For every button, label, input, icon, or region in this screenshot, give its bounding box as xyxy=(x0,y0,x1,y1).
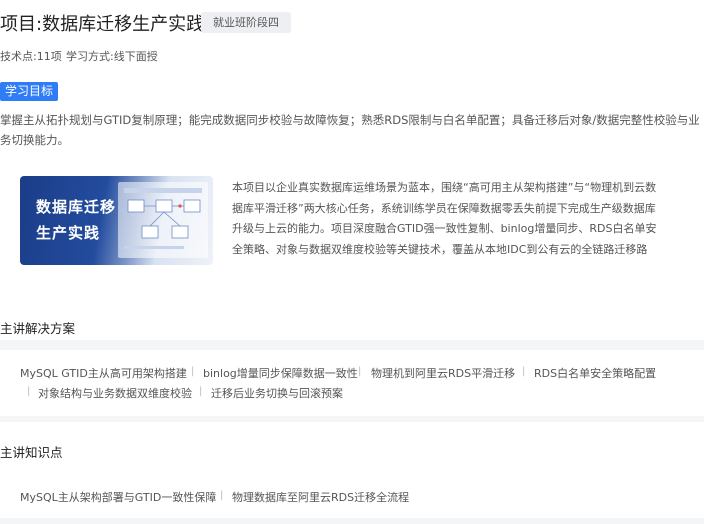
knowledge-header-bg xyxy=(0,422,704,474)
goal-badge: 学习目标 xyxy=(0,82,59,101)
solution-item[interactable]: 对象结构与业务数据双维度校验 xyxy=(38,385,192,401)
project-description: 本项目以企业真实数据库运维场景为蓝本，围绕“高可用主从架构搭建”与“物理机到云数… xyxy=(232,181,657,256)
goal-text: 掌握主从拓扑规划与GTID复制原理；能完成数据同步校验与故障恢复；熟悉RDS限制… xyxy=(0,113,700,147)
knowledge-card: MySQL主从架构部署与GTID一致性保障 | 物理数据库至阿里云RDS迁移全流… xyxy=(0,474,704,518)
solution-item[interactable]: MySQL GTID主从高可用架构搭建 xyxy=(20,365,187,381)
solution-item[interactable]: 迁移后业务切换与回滚预案 xyxy=(211,385,343,401)
tech-points-count: 技术点:11项 xyxy=(0,50,62,63)
knowledge-item[interactable]: 物理数据库至阿里云RDS迁移全流程 xyxy=(232,489,409,505)
page-title: 项目:数据库迁移生产实践 xyxy=(0,14,205,35)
separator: | xyxy=(220,490,224,501)
separator: | xyxy=(27,386,31,397)
solutions-card: MySQL GTID主从高可用架构搭建 | binlog增量同步保障数据一致性 … xyxy=(0,350,704,416)
knowledge-title: 主讲知识点 xyxy=(0,445,63,460)
stage-tag: 就业班阶段四 xyxy=(201,12,291,33)
solutions-header-bg xyxy=(0,290,704,340)
knowledge-item[interactable]: MySQL主从架构部署与GTID一致性保障 xyxy=(20,489,216,505)
separator: | xyxy=(522,366,526,377)
thumbnail-title-line1: 数据库迁移 xyxy=(36,198,117,216)
solutions-title: 主讲解决方案 xyxy=(0,321,76,336)
thumbnail-title-line2: 生产实践 xyxy=(36,224,101,242)
project-thumbnail[interactable]: 数据库迁移 生产实践 xyxy=(20,176,213,265)
separator: | xyxy=(191,366,195,377)
solution-item[interactable]: binlog增量同步保障数据一致性 xyxy=(203,365,358,381)
solution-item[interactable]: RDS白名单安全策略配置 xyxy=(534,365,656,381)
study-mode: 学习方式:线下面授 xyxy=(66,50,158,63)
project-card: 项目:数据库迁移生产实践 就业班阶段四 技术点:11项 学习方式:线下面授 学习… xyxy=(0,0,704,290)
solution-item[interactable]: 物理机到阿里云RDS平滑迁移 xyxy=(371,365,515,381)
separator: | xyxy=(358,366,362,377)
separator: | xyxy=(199,386,203,397)
